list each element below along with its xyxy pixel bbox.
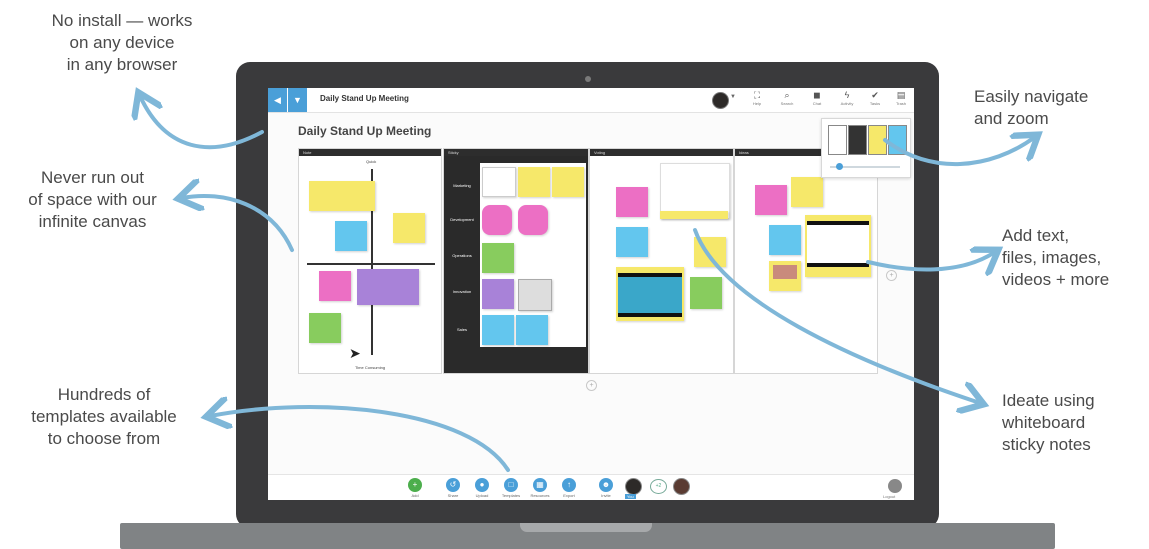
arrow-canvas	[182, 196, 294, 252]
arrow-navigate	[883, 137, 1035, 166]
arrow-ideate	[693, 228, 980, 403]
arrow-add	[866, 252, 995, 270]
arrow-templates	[210, 407, 510, 472]
arrow-install	[140, 96, 264, 150]
callout-arrows	[0, 0, 1149, 472]
